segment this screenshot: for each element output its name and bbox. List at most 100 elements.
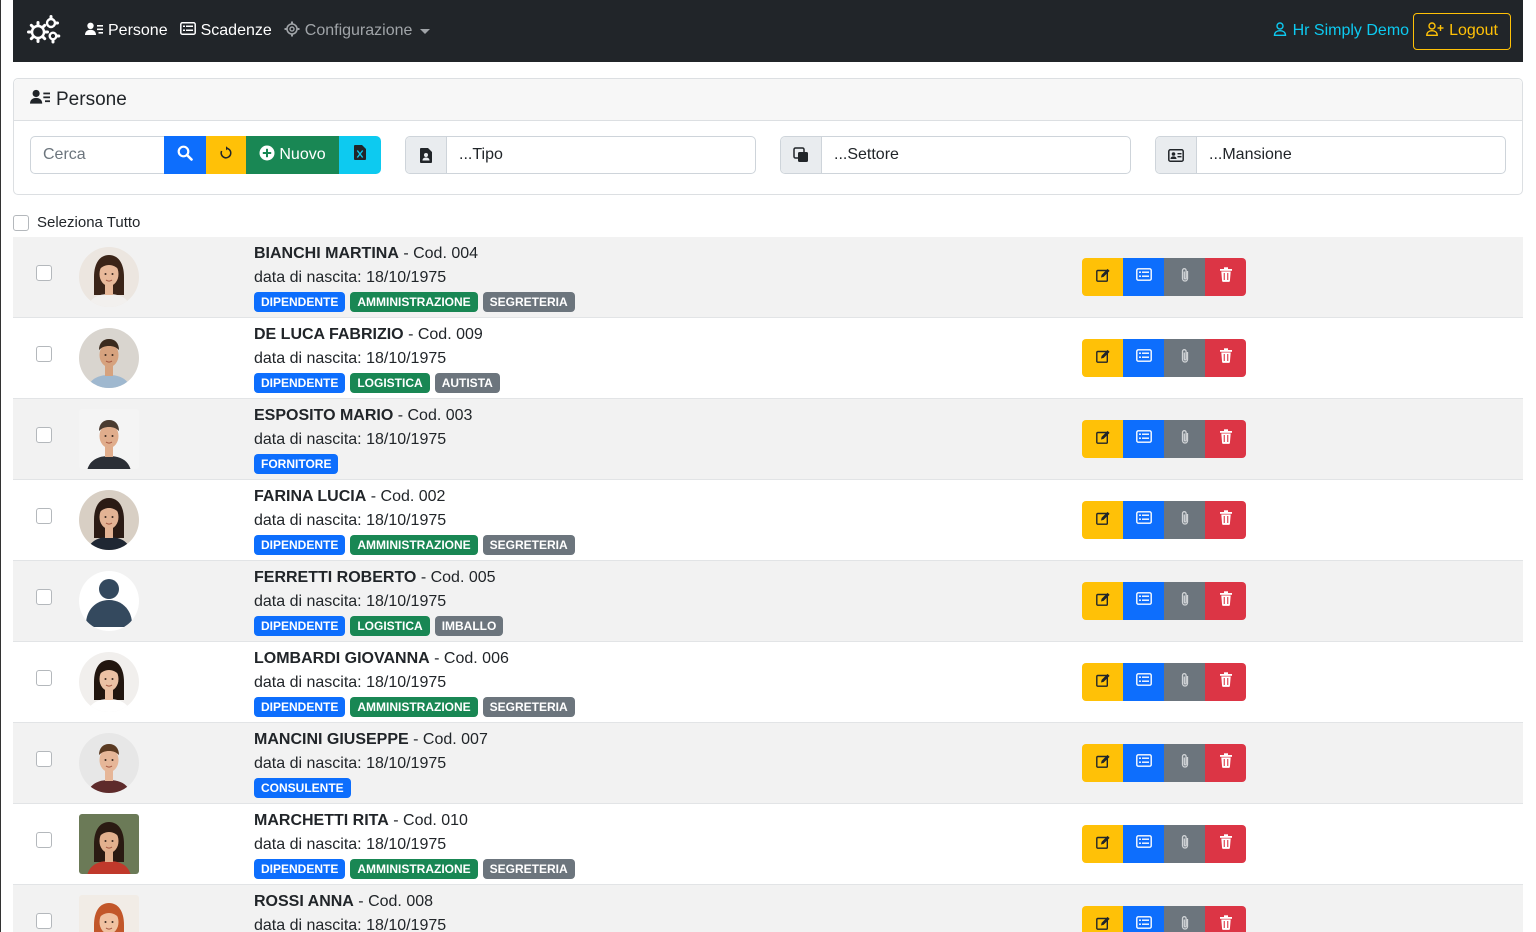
edit-button[interactable] [1082, 501, 1123, 539]
person-lines-icon [85, 22, 108, 41]
person-row: LOMBARDI GIOVANNA - Cod. 006 data di nasc… [13, 642, 1523, 723]
row-checkbox[interactable] [36, 589, 52, 605]
row-checkbox[interactable] [36, 508, 52, 524]
edit-button[interactable] [1082, 663, 1123, 701]
edit-button[interactable] [1082, 906, 1123, 932]
row-checkbox[interactable] [36, 427, 52, 443]
attachments-button[interactable] [1164, 420, 1205, 458]
filter-mansione-value: ...Mansione [1209, 146, 1292, 163]
paperclip-icon [1180, 915, 1190, 932]
details-button[interactable] [1123, 744, 1164, 782]
filter-mansione[interactable]: ...Mansione [1155, 136, 1506, 174]
delete-button[interactable] [1205, 906, 1246, 932]
layers-icon [781, 137, 822, 173]
person-code: - Cod. 002 [366, 488, 446, 505]
row-checkbox[interactable] [36, 751, 52, 767]
delete-button[interactable] [1205, 420, 1246, 458]
details-button[interactable] [1123, 501, 1164, 539]
new-person-button[interactable]: Nuovo [246, 136, 339, 174]
attachments-button[interactable] [1164, 258, 1205, 296]
row-checkbox[interactable] [36, 832, 52, 848]
delete-button[interactable] [1205, 663, 1246, 701]
reset-button[interactable] [206, 136, 246, 174]
person-birthdate: data di nascita: 18/10/1975 [254, 836, 447, 853]
brand-logo[interactable] [13, 0, 73, 62]
attachments-button[interactable] [1164, 663, 1205, 701]
person-code: - Cod. 009 [403, 326, 483, 343]
attachments-button[interactable] [1164, 825, 1205, 863]
filter-settore[interactable]: ...Settore [780, 136, 1131, 174]
delete-button[interactable] [1205, 501, 1246, 539]
details-button[interactable] [1123, 339, 1164, 377]
attachments-button[interactable] [1164, 339, 1205, 377]
person-name: ROSSI ANNA [254, 893, 354, 910]
person-name: MANCINI GIUSEPPE [254, 731, 409, 748]
row-actions [1082, 339, 1246, 377]
trash-icon [1219, 267, 1233, 287]
paperclip-icon [1180, 429, 1190, 450]
edit-button[interactable] [1082, 258, 1123, 296]
attachments-button[interactable] [1164, 744, 1205, 782]
nav-configurazione-dropdown[interactable]: Configurazione [284, 0, 431, 62]
paperclip-icon [1180, 591, 1190, 612]
select-all-checkbox[interactable] [13, 214, 29, 231]
trash-icon [1219, 429, 1233, 449]
card-list-icon [1135, 835, 1152, 853]
details-button[interactable] [1123, 663, 1164, 701]
person-birthdate: data di nascita: 18/10/1975 [254, 269, 447, 286]
person-code: - Cod. 006 [429, 650, 509, 667]
window-edge [0, 0, 1, 932]
user-profile-link[interactable]: Hr Simply Demo [1273, 21, 1409, 41]
filter-tipo[interactable]: ...Tipo [405, 136, 756, 174]
details-button[interactable] [1123, 825, 1164, 863]
attachments-button[interactable] [1164, 906, 1205, 932]
details-button[interactable] [1123, 258, 1164, 296]
details-button[interactable] [1123, 906, 1164, 932]
row-actions [1082, 744, 1246, 782]
paperclip-icon [1180, 267, 1190, 288]
person-code: - Cod. 005 [416, 569, 496, 586]
nav-configurazione-label: Configurazione [304, 22, 413, 39]
person-name: FARINA LUCIA [254, 488, 367, 505]
delete-button[interactable] [1205, 258, 1246, 296]
row-checkbox[interactable] [36, 670, 52, 686]
nav-scadenze[interactable]: Scadenze [179, 0, 272, 62]
attachments-button[interactable] [1164, 582, 1205, 620]
person-code: - Cod. 008 [353, 893, 434, 910]
search-button[interactable] [164, 136, 206, 174]
person-row: ROSSI ANNA - Cod. 008 data di nascita: 18… [13, 885, 1523, 932]
pencil-square-icon [1095, 349, 1110, 368]
details-button[interactable] [1123, 582, 1164, 620]
row-checkbox[interactable] [36, 913, 52, 929]
delete-button[interactable] [1205, 339, 1246, 377]
person-birthdate: data di nascita: 18/10/1975 [254, 512, 447, 529]
paperclip-icon [1180, 834, 1190, 855]
edit-button[interactable] [1082, 420, 1123, 458]
search-input[interactable]: Cerca [30, 136, 164, 174]
nav-right: Hr Simply Demo Logout [1273, 12, 1511, 50]
edit-button[interactable] [1082, 582, 1123, 620]
person-badges: CONSULENTE [254, 778, 488, 798]
delete-button[interactable] [1205, 582, 1246, 620]
edit-button[interactable] [1082, 339, 1123, 377]
row-checkbox[interactable] [36, 346, 52, 362]
attachments-button[interactable] [1164, 501, 1205, 539]
person-row: ESPOSITO MARIO - Cod. 003 data di nascita… [13, 399, 1523, 480]
card-list-icon [1135, 349, 1152, 367]
nav-persone-label: Persone [108, 22, 168, 39]
person-badge: IMBALLO [434, 616, 504, 636]
logout-button[interactable]: Logout [1413, 12, 1511, 50]
edit-button[interactable] [1082, 744, 1123, 782]
person-birthdate: data di nascita: 18/10/1975 [254, 755, 447, 772]
details-button[interactable] [1123, 420, 1164, 458]
delete-button[interactable] [1205, 744, 1246, 782]
row-checkbox[interactable] [36, 265, 52, 281]
person-badge: AMMINISTRAZIONE [350, 859, 478, 879]
nav-persone[interactable]: Persone [85, 0, 168, 62]
person-info: FERRETTI ROBERTO - Cod. 005 data di nasci… [254, 568, 508, 636]
delete-button[interactable] [1205, 825, 1246, 863]
edit-button[interactable] [1082, 825, 1123, 863]
person-name-line: ROSSI ANNA - Cod. 008 [254, 892, 446, 912]
select-all[interactable]: Seleziona Tutto [13, 214, 140, 231]
export-excel-button[interactable] [339, 136, 381, 174]
